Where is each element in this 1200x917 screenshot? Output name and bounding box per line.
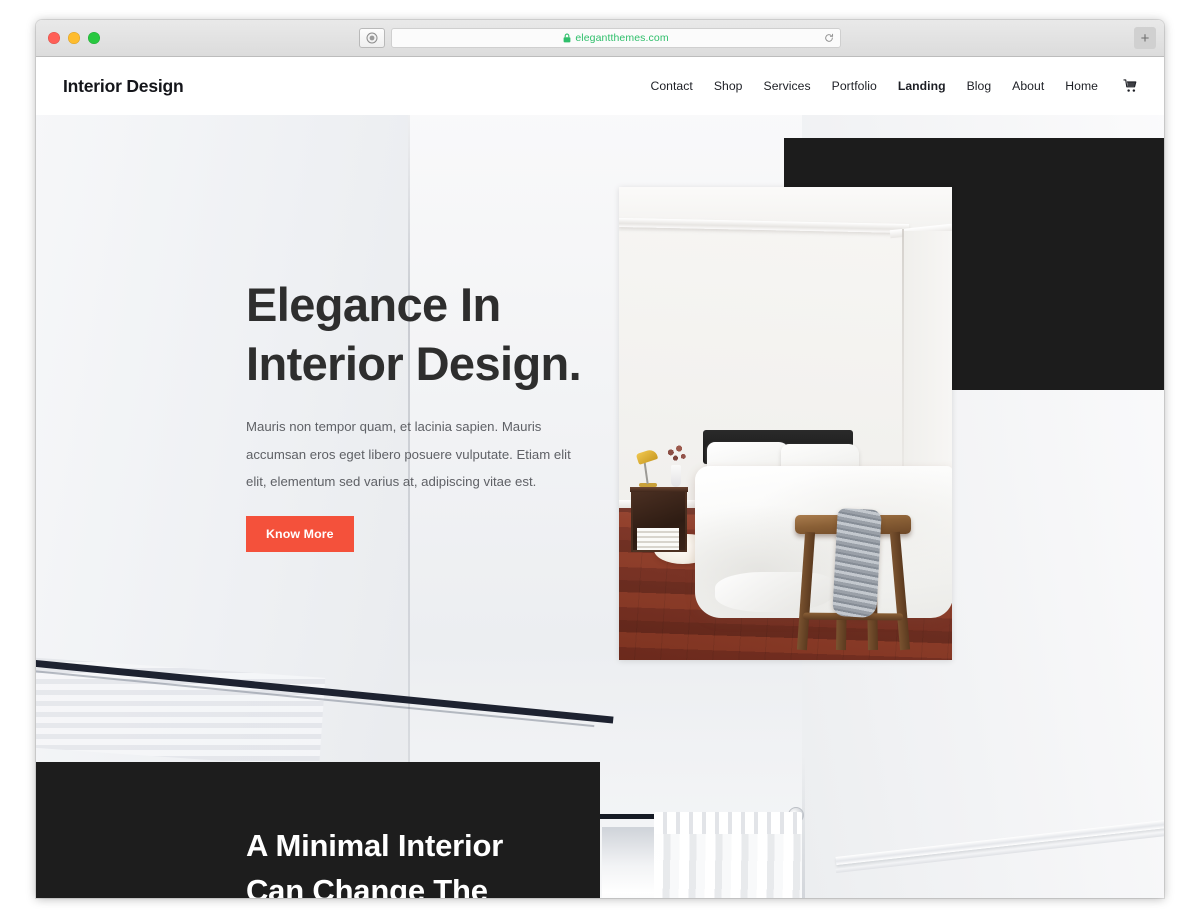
window-controls [48, 32, 100, 44]
hero-title-line-2: Interior Design. [246, 337, 582, 391]
hero-copy: Elegance In Interior Design. Mauris non … [246, 275, 596, 553]
bedroom-books [637, 528, 679, 550]
site-logo[interactable]: Interior Design [63, 76, 184, 97]
page-viewport: Interior Design Contact Shop Services Po… [36, 57, 1164, 898]
bedroom-right-wall [904, 231, 952, 491]
browser-window: elegantthemes.com + Interior Design Cont… [36, 20, 1164, 898]
minimize-window-button[interactable] [68, 32, 80, 44]
nav-item-landing[interactable]: Landing [898, 79, 946, 93]
band-title-line-1: A Minimal Interior [246, 828, 504, 863]
address-bar[interactable]: elegantthemes.com [391, 28, 841, 48]
hero-title-line-1: Elegance In [246, 278, 501, 331]
browser-titlebar: elegantthemes.com + [36, 20, 1164, 57]
reload-icon[interactable] [824, 33, 834, 43]
stool-leg [889, 531, 911, 651]
bedroom-wall-corner [902, 229, 904, 479]
nav-item-shop[interactable]: Shop [714, 79, 743, 93]
nav-item-blog[interactable]: Blog [967, 79, 992, 93]
lock-icon [563, 33, 571, 43]
band-title-line-2: Can Change The [246, 872, 488, 898]
know-more-button[interactable]: Know More [246, 516, 354, 553]
maximize-window-button[interactable] [88, 32, 100, 44]
hero-bedroom-photo [619, 187, 952, 660]
main-navigation: Contact Shop Services Portfolio Landing … [650, 79, 1138, 93]
close-window-button[interactable] [48, 32, 60, 44]
stool-leg [796, 531, 816, 651]
bedroom-knit-throw [832, 507, 882, 619]
nav-item-portfolio[interactable]: Portfolio [832, 79, 877, 93]
nav-item-home[interactable]: Home [1065, 79, 1098, 93]
browser-toolbar: elegantthemes.com [359, 28, 841, 48]
shield-icon[interactable] [359, 28, 385, 48]
hero-section: Elegance In Interior Design. Mauris non … [36, 115, 1164, 898]
hero-title: Elegance In Interior Design. [246, 275, 596, 393]
bottom-black-band: A Minimal Interior Can Change The [36, 762, 600, 898]
site-header: Interior Design Contact Shop Services Po… [36, 57, 1164, 115]
bedroom-wooden-stool [795, 507, 911, 651]
new-tab-button[interactable]: + [1134, 27, 1156, 49]
nav-item-contact[interactable]: Contact [650, 79, 692, 93]
band-title: A Minimal Interior Can Change The [246, 824, 586, 898]
shopping-cart-icon[interactable] [1123, 79, 1138, 93]
nav-item-about[interactable]: About [1012, 79, 1044, 93]
address-bar-url: elegantthemes.com [575, 32, 669, 44]
bedroom-dried-flowers [663, 442, 689, 468]
hero-subtitle: Mauris non tempor quam, et lacinia sapie… [246, 419, 571, 490]
bedroom-vase [671, 465, 681, 487]
bedroom-nightstand-top [630, 487, 688, 492]
nav-item-services[interactable]: Services [764, 79, 811, 93]
address-bar-content: elegantthemes.com [563, 32, 669, 44]
